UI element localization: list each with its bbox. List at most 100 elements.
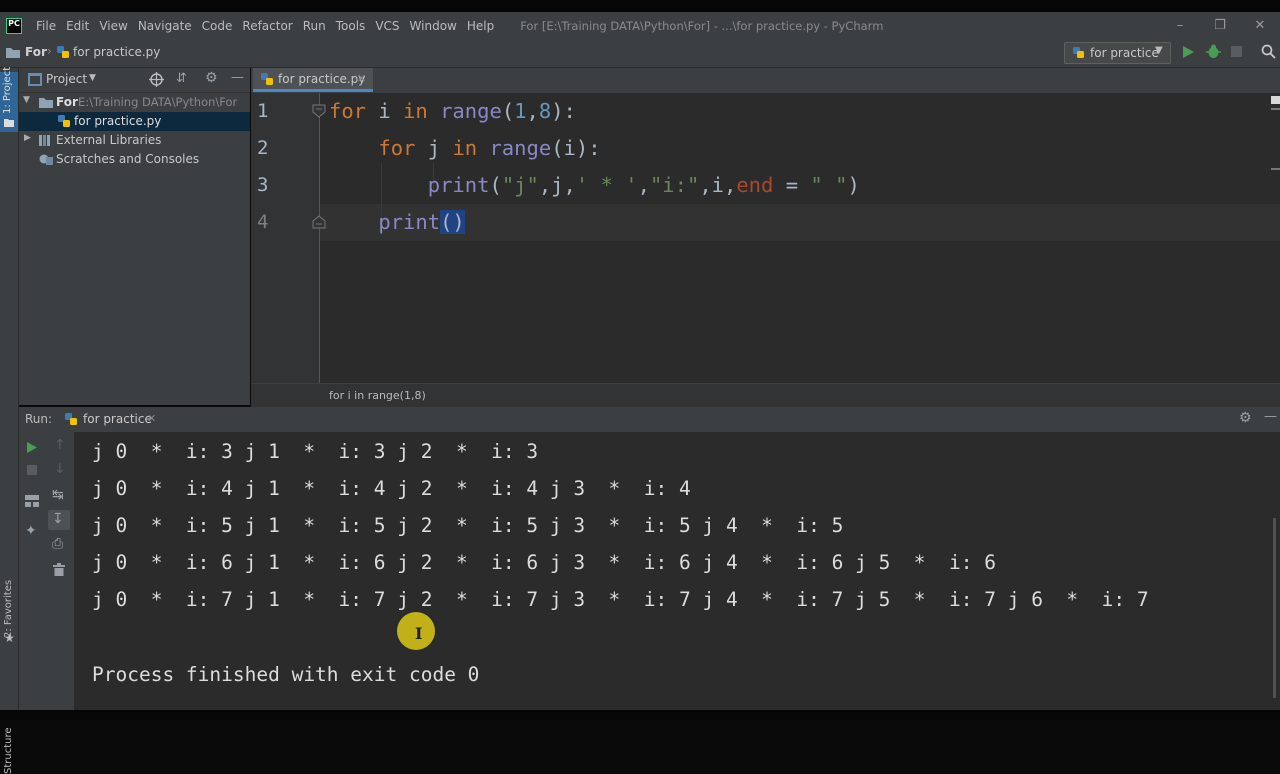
menu-help[interactable]: Help: [463, 19, 498, 33]
scroll-marker: [1271, 108, 1280, 110]
tree-ext-libs-label: External Libraries: [56, 133, 162, 147]
gear-icon[interactable]: ⚙: [1239, 410, 1252, 426]
menu-edit[interactable]: Edit: [62, 19, 93, 33]
debug-icon[interactable]: [1206, 44, 1221, 59]
stop-icon[interactable]: [1231, 46, 1242, 57]
menu-window[interactable]: Window: [406, 19, 461, 33]
expand-arrow-icon[interactable]: ▼: [23, 95, 30, 105]
tree-item-file[interactable]: for practice.py: [19, 112, 250, 131]
favorites-side-label[interactable]: 2: Favorites: [3, 580, 14, 638]
console-line: j 0 * i: 4 j 1 * i: 4 j 2 * i: 4 j 3 * i…: [92, 477, 691, 500]
tree-file-name: for practice.py: [74, 114, 162, 128]
menu-vcs[interactable]: VCS: [371, 19, 403, 33]
structure-side-label[interactable]: Structure: [3, 727, 14, 774]
run-console[interactable]: j 0 * i: 3 j 1 * i: 3 j 2 * i: 3 j 0 * i…: [75, 432, 1280, 710]
stop-icon[interactable]: [27, 465, 37, 475]
project-view-label[interactable]: Project: [46, 72, 87, 86]
trash-icon[interactable]: [53, 563, 65, 576]
locate-icon[interactable]: [149, 72, 164, 87]
close-icon[interactable]: ✕: [1240, 18, 1280, 33]
search-icon[interactable]: [1261, 44, 1276, 59]
close-tab-icon[interactable]: ✕: [147, 412, 156, 425]
line-number: 1: [257, 100, 269, 122]
project-view-icon: [28, 73, 42, 86]
python-icon: [1073, 47, 1084, 58]
line-number: 3: [257, 174, 269, 196]
project-tool-window-button[interactable]: 1: Project: [0, 67, 18, 132]
console-scrollbar[interactable]: [1273, 518, 1276, 698]
chevron-right-icon: ›: [47, 44, 52, 58]
console-line: j 0 * i: 3 j 1 * i: 3 j 2 * i: 3: [92, 440, 539, 463]
left-tool-strip: 1: Project 2: Favorites ★ Structure: [0, 67, 19, 774]
text-cursor-icon: I: [415, 624, 423, 643]
editor-breadcrumb-bar: for i in range(1,8): [251, 383, 1280, 408]
hide-panel-icon[interactable]: —: [231, 70, 244, 85]
run-config-select[interactable]: for practice ▼: [1064, 42, 1171, 64]
folder-icon: [39, 98, 53, 108]
menu-refactor[interactable]: Refactor: [238, 19, 296, 33]
code-line-1: for i in range(1,8):: [329, 99, 576, 123]
arrow-down-icon[interactable]: ↓: [54, 461, 66, 477]
hide-panel-icon[interactable]: —: [1264, 409, 1277, 424]
window-title: For [E:\Training DATA\Python\For] - ...\…: [520, 18, 884, 33]
line-number: 4: [257, 211, 269, 233]
menu-bar: PC File Edit View Navigate Code Refactor…: [0, 12, 1280, 39]
scroll-to-end-button[interactable]: ↧: [48, 510, 70, 530]
star-icon: ★: [4, 631, 15, 645]
folder-icon: [4, 119, 14, 127]
chevron-down-icon: ▼: [1155, 45, 1163, 56]
run-config-label: for practice: [1090, 46, 1159, 60]
close-tab-icon[interactable]: ✕: [357, 72, 366, 85]
fold-icon[interactable]: [312, 104, 326, 118]
print-icon[interactable]: ⎙: [52, 536, 63, 552]
python-file-icon: [58, 115, 70, 127]
gear-icon[interactable]: ⚙: [205, 70, 218, 86]
nav-crumb-project[interactable]: For: [25, 45, 47, 59]
tree-item-root[interactable]: ▼ For E:\Training DATA\Python\For: [19, 93, 250, 112]
python-file-icon: [57, 46, 69, 58]
run-tab-label[interactable]: for practice: [83, 412, 152, 426]
menu-view[interactable]: View: [95, 19, 131, 33]
collapse-all-icon[interactable]: ⇵: [176, 71, 187, 86]
pycharm-logo-icon: PC: [6, 17, 22, 34]
project-side-label: 1: Project: [2, 66, 13, 114]
menu-navigate[interactable]: Navigate: [134, 19, 196, 33]
run-icon[interactable]: [1182, 45, 1195, 59]
editor-tab-label: for practice.py: [278, 72, 366, 86]
fold-end-icon[interactable]: [312, 215, 326, 229]
menu-code[interactable]: Code: [198, 19, 237, 33]
nav-crumb-file[interactable]: for practice.py: [73, 45, 160, 59]
top-black-strip: [0, 0, 1280, 12]
menu-tools[interactable]: Tools: [332, 19, 370, 33]
code-line-4: print(): [378, 210, 465, 234]
tree-item-scratches[interactable]: Scratches and Consoles: [19, 150, 250, 169]
pin-icon[interactable]: ✦: [25, 523, 37, 539]
tree-scratches-label: Scratches and Consoles: [56, 152, 200, 166]
chevron-down-icon[interactable]: ▼: [89, 73, 96, 83]
arrow-up-icon[interactable]: ↑: [54, 437, 66, 453]
console-line: j 0 * i: 6 j 1 * i: 6 j 2 * i: 6 j 3 * i…: [92, 551, 996, 574]
minimize-icon[interactable]: –: [1160, 18, 1200, 33]
bottom-black-strip: [0, 710, 1280, 720]
folder-icon: [6, 48, 20, 58]
editor-tab-bar: for practice.py ✕: [251, 68, 1280, 94]
library-icon: [39, 135, 50, 146]
menu-file[interactable]: File: [32, 19, 60, 33]
python-file-icon: [65, 413, 77, 425]
scroll-to-end-icon: ↧: [52, 511, 64, 527]
editor-breadcrumb[interactable]: for i in range(1,8): [329, 389, 426, 402]
project-panel: Project ▼ ⇵ ⚙ — ▼ For E:\Training DATA\P…: [19, 68, 250, 405]
scroll-marker: [1271, 168, 1280, 170]
expand-arrow-icon[interactable]: ▶: [24, 133, 31, 143]
maximize-icon[interactable]: ❐: [1200, 18, 1240, 33]
run-label: Run:: [25, 412, 53, 426]
code-line-3: print("j",j,' * ',"i:",i,end = " "): [427, 173, 860, 197]
python-file-icon: [261, 73, 273, 85]
rerun-icon[interactable]: [26, 441, 38, 454]
editor-tab-for-practice[interactable]: for practice.py ✕: [253, 68, 373, 92]
scratches-icon: [39, 154, 53, 165]
tree-item-external-libraries[interactable]: ▶ External Libraries: [19, 131, 250, 150]
layout-icon[interactable]: [25, 495, 39, 507]
menu-run[interactable]: Run: [299, 19, 330, 33]
soft-wrap-icon[interactable]: ↹: [52, 487, 64, 503]
